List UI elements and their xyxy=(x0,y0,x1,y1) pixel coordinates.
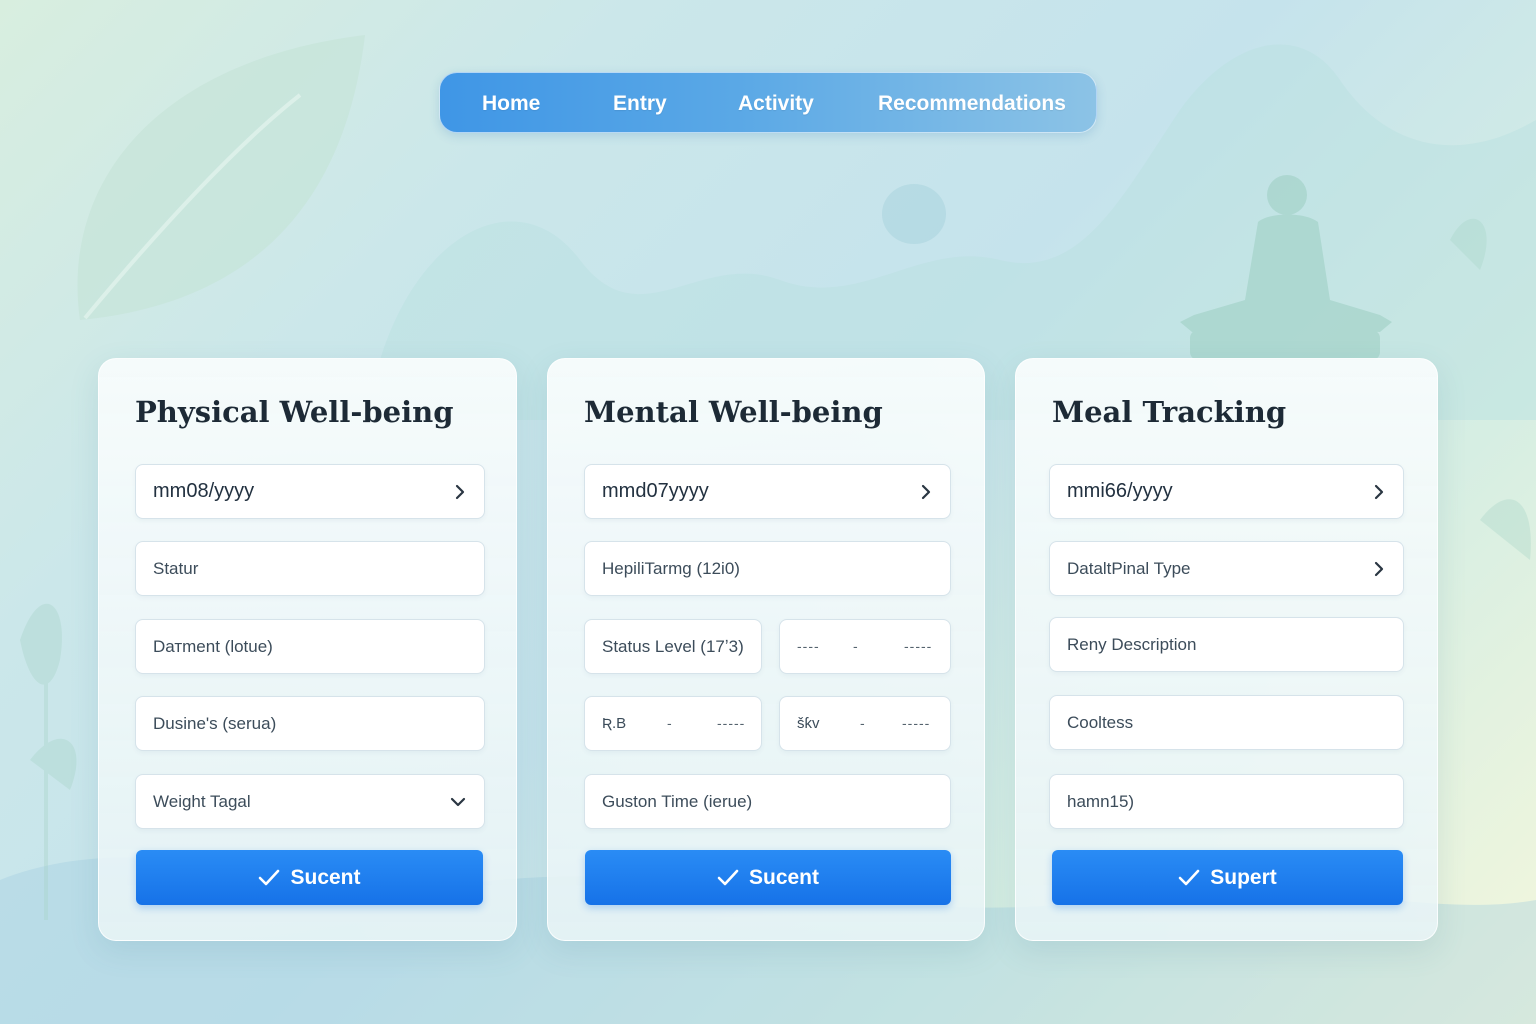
meal-tracking-card: Meal Tracking mmi66/yyyy DataltPinal Typ… xyxy=(1015,358,1438,941)
mood-scale-field[interactable]: Ʀ.B - ----- xyxy=(584,696,762,751)
check-icon xyxy=(717,869,739,887)
check-icon xyxy=(258,869,280,887)
stress-level-field[interactable]: Status Level (17ʼ3) xyxy=(584,619,762,674)
scale-dash: ----- xyxy=(717,715,746,731)
chevron-right-icon xyxy=(920,465,932,518)
date-field[interactable]: mm08/yyyy xyxy=(135,464,485,519)
submit-button[interactable]: Sucent xyxy=(585,850,951,905)
scale-dot: - xyxy=(667,715,673,731)
happiness-rating-field[interactable]: HepiliTarmg (12i0) xyxy=(584,541,951,596)
date-value: mmd07yyyy xyxy=(602,480,709,502)
weight-select[interactable]: Weight Tagal xyxy=(135,774,485,829)
meal-type-value: DataltPinal Type xyxy=(1067,559,1191,578)
chevron-down-icon xyxy=(450,775,466,828)
scale-dash: ----- xyxy=(902,715,931,731)
physical-wellbeing-card: Physical Well-being mm08/yyyy Statur Dат… xyxy=(98,358,517,941)
mental-wellbeing-card: Mental Well-being mmd07yyyy HepiliTarmg … xyxy=(547,358,985,941)
nav-recommendations[interactable]: Recommendations xyxy=(878,73,1066,134)
stature-field[interactable]: Statur xyxy=(135,541,485,596)
calories-field[interactable]: Cooltess xyxy=(1049,695,1404,750)
session-time-field[interactable]: Guston Time (ierue) xyxy=(584,774,951,829)
submit-label: Supert xyxy=(1210,865,1277,889)
nav-home[interactable]: Home xyxy=(482,73,540,134)
scale-dash: ----- xyxy=(904,638,933,654)
submit-button[interactable]: Sucent xyxy=(136,850,483,905)
card-title: Mental Well-being xyxy=(584,395,883,429)
submit-label: Sucent xyxy=(748,865,819,889)
description-field[interactable]: Reny Description xyxy=(1049,617,1404,672)
check-icon xyxy=(1178,869,1200,887)
top-nav: Home Entry Activity Recommendations xyxy=(439,72,1097,133)
chevron-right-icon xyxy=(1373,542,1385,595)
submit-button[interactable]: Supert xyxy=(1052,850,1403,905)
energy-scale-field[interactable]: šƙᴠ - ----- xyxy=(779,696,951,751)
date-field[interactable]: mmi66/yyyy xyxy=(1049,464,1404,519)
time-field[interactable]: hamn15) xyxy=(1049,774,1404,829)
date-value: mm08/yyyy xyxy=(153,480,255,502)
weight-select-value: Weight Tagal xyxy=(153,792,251,811)
meal-type-select[interactable]: DataltPinal Type xyxy=(1049,541,1404,596)
scale-label: šƙᴠ xyxy=(797,715,820,732)
submit-label: Sucent xyxy=(290,865,361,889)
chevron-right-icon xyxy=(454,465,466,518)
date-value: mmi66/yyyy xyxy=(1067,480,1173,502)
card-title: Physical Well-being xyxy=(135,395,454,429)
scale-dot: - xyxy=(860,715,866,731)
department-field[interactable]: Dатment (lotue) xyxy=(135,619,485,674)
card-title: Meal Tracking xyxy=(1052,395,1287,429)
date-field[interactable]: mmd07yyyy xyxy=(584,464,951,519)
scale-dot: - xyxy=(853,638,859,654)
stress-scale-field[interactable]: ---- - ----- xyxy=(779,619,951,674)
nav-entry[interactable]: Entry xyxy=(613,73,667,134)
scale-dash: ---- xyxy=(797,638,820,654)
chevron-right-icon xyxy=(1373,465,1385,518)
nav-activity[interactable]: Activity xyxy=(738,73,814,134)
duration-field[interactable]: Dusine's (serua) xyxy=(135,696,485,751)
scale-label: Ʀ.B xyxy=(602,715,627,732)
